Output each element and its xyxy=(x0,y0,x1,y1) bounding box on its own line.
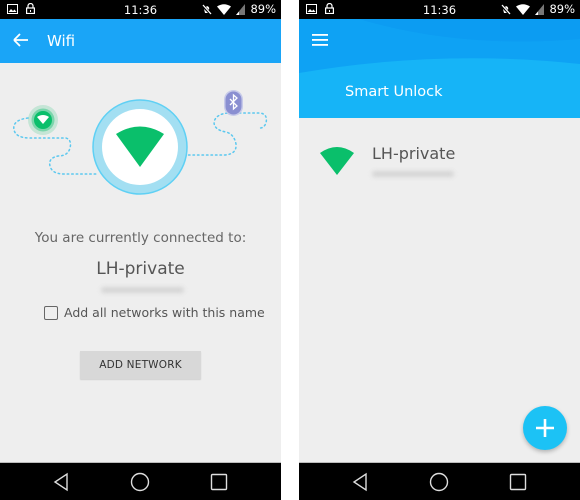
connected-label: You are currently connected to: xyxy=(34,230,247,246)
add-all-networks-checkbox-row[interactable]: Add all networks with this name xyxy=(44,305,265,320)
wifi-large-icon xyxy=(92,99,188,195)
add-network-button[interactable]: ADD NETWORK xyxy=(80,351,201,379)
back-triangle-icon[interactable] xyxy=(351,472,371,492)
wifi-icon xyxy=(320,147,354,175)
navigation-bar xyxy=(0,462,281,500)
page-title: Smart Unlock xyxy=(345,84,443,100)
wifi-screen: 11:36 89% Wifi You are currently connect… xyxy=(0,0,281,500)
battery-level: 89% xyxy=(250,2,276,16)
vibrate-off-icon xyxy=(501,4,511,14)
network-mac-redacted xyxy=(101,287,184,293)
cell-signal-icon xyxy=(236,3,246,15)
add-all-networks-checkbox[interactable] xyxy=(44,305,58,320)
network-list-item[interactable]: LH-private xyxy=(299,135,580,191)
wifi-signal-icon xyxy=(516,3,531,15)
page-title: Wifi xyxy=(47,32,76,50)
header: Smart Unlock xyxy=(299,19,580,118)
navigation-bar xyxy=(299,462,580,500)
header-background xyxy=(299,19,580,118)
battery-level: 89% xyxy=(549,2,575,16)
wifi-signal-icon xyxy=(217,3,232,15)
app-bar: Wifi xyxy=(0,19,281,63)
status-bar: 11:36 89% xyxy=(0,0,281,19)
vibrate-off-icon xyxy=(202,4,212,14)
wifi-small-icon xyxy=(28,105,58,135)
status-bar: 11:36 89% xyxy=(299,0,580,19)
network-name: LH-private xyxy=(96,259,185,279)
hamburger-menu-icon[interactable] xyxy=(312,33,328,47)
network-mac-redacted xyxy=(372,171,454,177)
bluetooth-icon xyxy=(224,90,243,116)
home-circle-icon[interactable] xyxy=(130,472,150,492)
checkbox-label: Add all networks with this name xyxy=(64,305,265,320)
add-fab-button[interactable] xyxy=(523,406,567,450)
network-name: LH-private xyxy=(372,144,456,163)
cell-signal-icon xyxy=(535,3,545,15)
smart-unlock-screen: 11:36 89% Smart Unlock LH-private xyxy=(299,0,580,500)
connection-illustration xyxy=(13,90,268,195)
home-circle-icon[interactable] xyxy=(429,472,449,492)
arrow-left-icon[interactable] xyxy=(10,29,32,51)
recents-square-icon[interactable] xyxy=(508,472,528,492)
recents-square-icon[interactable] xyxy=(209,472,229,492)
back-triangle-icon[interactable] xyxy=(52,472,72,492)
plus-icon xyxy=(536,419,554,437)
